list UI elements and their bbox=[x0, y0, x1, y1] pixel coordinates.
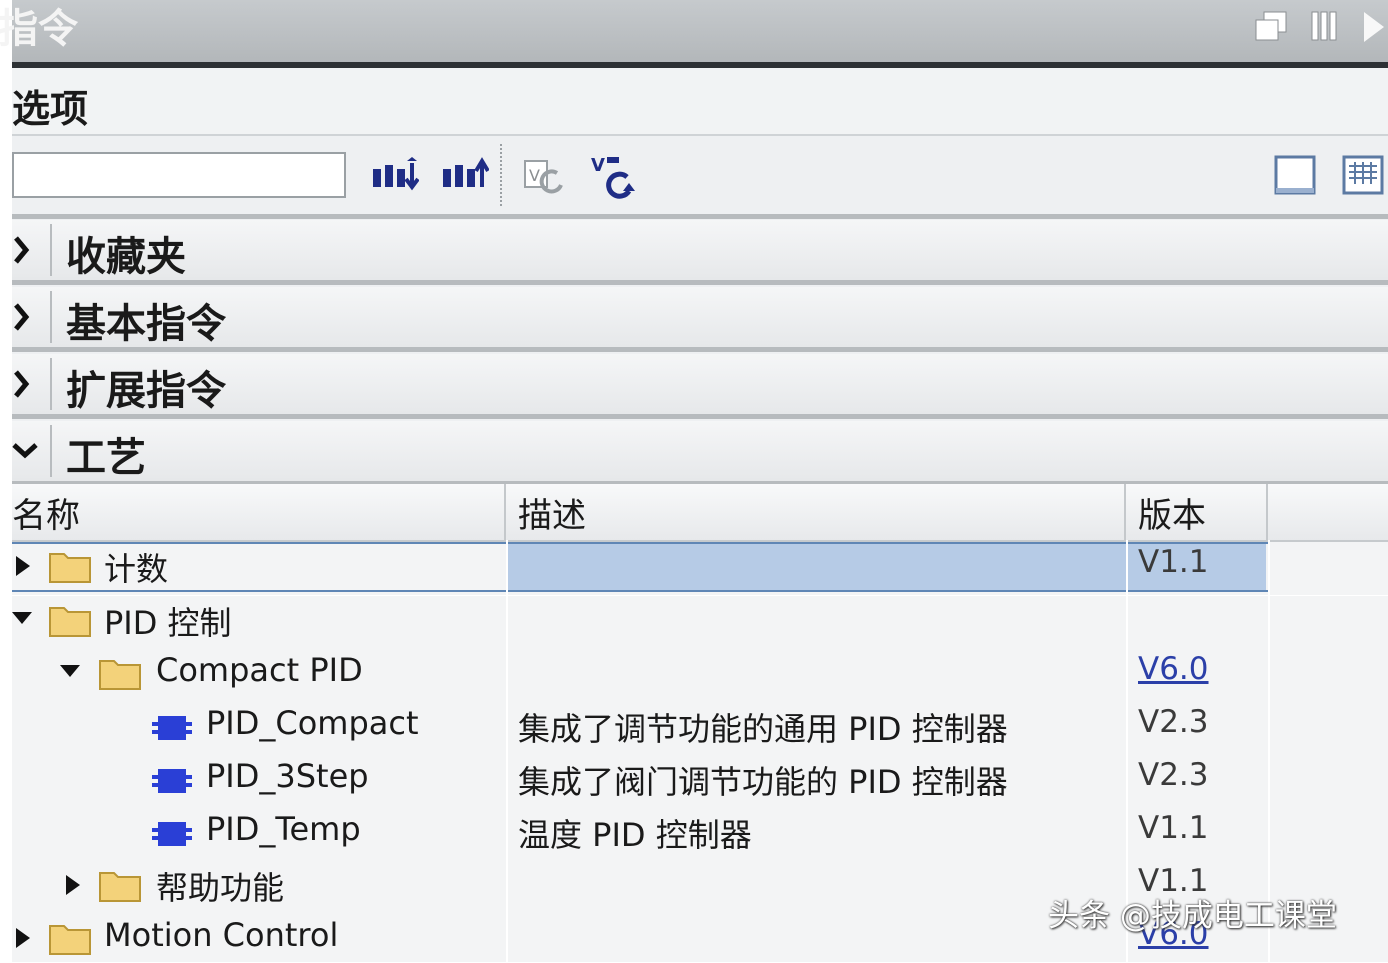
column-header-name[interactable]: 名称 bbox=[12, 488, 80, 537]
float-window-icon[interactable] bbox=[1254, 10, 1290, 44]
category-favorites[interactable]: 收藏夹 bbox=[12, 220, 1388, 285]
svg-text:V: V bbox=[529, 166, 540, 185]
row-name: PID_Temp bbox=[206, 810, 361, 848]
toolbar: V V bbox=[12, 136, 1388, 219]
table-row[interactable]: PID_Temp 温度 PID 控制器 V1.1 bbox=[12, 808, 1388, 862]
folder-icon bbox=[48, 550, 92, 584]
arrow-right-icon[interactable] bbox=[1358, 10, 1388, 44]
function-block-icon bbox=[150, 820, 194, 848]
expand-right-icon[interactable] bbox=[14, 554, 34, 578]
column-gridline bbox=[506, 540, 508, 962]
version-change-icon[interactable]: V bbox=[520, 150, 570, 200]
row-name: Compact PID bbox=[156, 651, 363, 689]
row-description: 集成了调节功能的通用 PID 控制器 bbox=[518, 710, 1008, 748]
column-divider[interactable] bbox=[504, 484, 506, 540]
chevron-right-icon[interactable] bbox=[12, 364, 48, 404]
row-version: V2.3 bbox=[1138, 757, 1209, 793]
options-header: 选项 bbox=[12, 68, 1388, 136]
options-label: 选项 bbox=[12, 87, 89, 131]
version-link[interactable]: V6.0 bbox=[1138, 651, 1209, 687]
folder-icon bbox=[48, 922, 92, 956]
table-row[interactable]: Compact PID V6.0 bbox=[12, 649, 1388, 703]
folder-icon bbox=[98, 869, 142, 903]
category-technology[interactable]: 工艺 bbox=[12, 421, 1388, 486]
column-header-description[interactable]: 描述 bbox=[518, 488, 586, 537]
row-version: V1.1 bbox=[1138, 810, 1209, 846]
collapse-panel-icon[interactable] bbox=[1308, 10, 1344, 44]
row-name: PID 控制 bbox=[104, 604, 232, 642]
expand-down-icon[interactable] bbox=[60, 661, 80, 685]
row-name: PID_Compact bbox=[206, 704, 419, 742]
category-extended-instructions[interactable]: 扩展指令 bbox=[12, 354, 1388, 419]
category-divider bbox=[50, 358, 52, 410]
search-down-icon[interactable] bbox=[370, 150, 420, 200]
selection-border bbox=[12, 542, 1268, 592]
column-divider[interactable] bbox=[1266, 484, 1268, 540]
single-view-icon[interactable] bbox=[1270, 150, 1320, 200]
table-row[interactable]: PID_3Step 集成了阀门调节功能的 PID 控制器 V2.3 bbox=[12, 755, 1388, 809]
expand-down-icon[interactable] bbox=[12, 608, 32, 632]
row-name: PID_3Step bbox=[206, 757, 369, 795]
expand-right-icon[interactable] bbox=[14, 926, 34, 950]
category-divider bbox=[50, 224, 52, 276]
category-label: 基本指令 bbox=[66, 301, 226, 347]
column-header-version[interactable]: 版本 bbox=[1138, 488, 1206, 537]
table-row[interactable]: 计数 V1.1 bbox=[12, 542, 1388, 596]
row-version: V1.1 bbox=[1138, 544, 1209, 580]
watermark: 头条 @技成电工课堂 bbox=[1048, 898, 1337, 934]
category-label: 工艺 bbox=[66, 435, 146, 481]
panel-title: 指令 bbox=[0, 6, 78, 52]
category-basic-instructions[interactable]: 基本指令 bbox=[12, 287, 1388, 352]
svg-text:V: V bbox=[591, 155, 605, 176]
row-name: 计数 bbox=[104, 550, 169, 588]
folder-icon bbox=[98, 657, 142, 691]
category-label: 收藏夹 bbox=[66, 234, 186, 280]
chevron-down-icon[interactable] bbox=[12, 431, 48, 471]
function-block-icon bbox=[150, 767, 194, 795]
category-divider bbox=[50, 291, 52, 343]
chevron-right-icon[interactable] bbox=[12, 297, 48, 337]
update-version-icon[interactable]: V bbox=[588, 150, 638, 200]
row-description: 温度 PID 控制器 bbox=[518, 816, 752, 854]
instructions-panel: 指令 选项 V V 收藏夹 基本指令 扩展指令 工艺 名称 描述 版本 计数 V… bbox=[0, 0, 1388, 963]
search-input[interactable] bbox=[12, 152, 346, 198]
folder-icon bbox=[48, 604, 92, 638]
row-name: Motion Control bbox=[104, 916, 339, 954]
row-version: V2.3 bbox=[1138, 704, 1209, 740]
toolbar-separator bbox=[500, 144, 504, 206]
table-header: 名称 描述 版本 bbox=[12, 484, 1388, 542]
chevron-right-icon[interactable] bbox=[12, 230, 48, 270]
function-block-icon bbox=[150, 714, 194, 742]
row-description: 集成了阀门调节功能的 PID 控制器 bbox=[518, 763, 1008, 801]
category-label: 扩展指令 bbox=[66, 368, 226, 414]
table-view-icon[interactable] bbox=[1338, 150, 1388, 200]
expand-right-icon[interactable] bbox=[64, 873, 84, 897]
table-row[interactable]: PID 控制 bbox=[12, 596, 1388, 650]
table-row[interactable]: PID_Compact 集成了调节功能的通用 PID 控制器 V2.3 bbox=[12, 702, 1388, 756]
row-name: 帮助功能 bbox=[156, 869, 285, 907]
title-bar: 指令 bbox=[0, 0, 1388, 68]
search-up-icon[interactable] bbox=[440, 150, 490, 200]
category-divider bbox=[50, 425, 52, 477]
column-divider[interactable] bbox=[1124, 484, 1126, 540]
